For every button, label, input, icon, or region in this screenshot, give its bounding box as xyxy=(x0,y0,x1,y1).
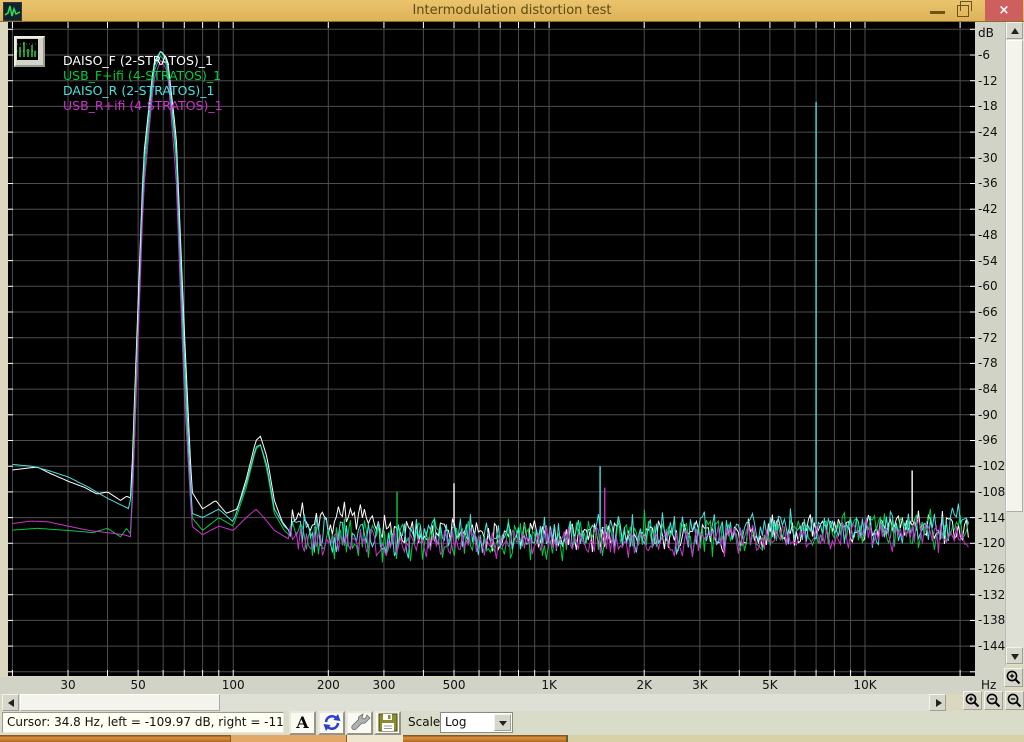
legend-entry: DAISO_R (2-STRATOS)_1 xyxy=(63,83,215,98)
y-axis-labels: -6 -12 -18 -24 -30 -36 -42 -48 -54 -60 -66 -72 -78 -8… xyxy=(975,22,1005,693)
magnifier-plus-icon xyxy=(965,693,980,708)
wrench-icon xyxy=(350,713,371,731)
chevron-down-icon xyxy=(499,721,507,726)
y-zoom-in-button[interactable] xyxy=(1004,668,1023,687)
magnifier-minus-icon xyxy=(1007,693,1022,708)
y-tick-label: -96 xyxy=(978,433,998,448)
font-button[interactable]: A xyxy=(289,711,316,735)
background-segment xyxy=(347,735,403,742)
left-arrow-icon xyxy=(8,699,14,707)
background-segment xyxy=(230,735,347,742)
magnifier-plus-icon xyxy=(1006,670,1021,685)
y-tick-label: -108 xyxy=(978,484,1006,499)
refresh-icon xyxy=(323,714,340,731)
y-tick-label: -114 xyxy=(978,510,1006,525)
scroll-left-button[interactable] xyxy=(2,694,19,711)
legend: DAISO_F (2-STRATOS)_1 USB_F+ifi (4-STRATO… xyxy=(63,53,223,113)
horizontal-scroll-thumb[interactable] xyxy=(20,694,220,711)
y-tick-label: -84 xyxy=(978,382,998,397)
horizontal-scrollbar[interactable] xyxy=(2,694,946,711)
x-axis-labels: 30 50 100 200 300 500 1K 2K 3K 5K 10K xyxy=(0,677,1005,694)
y-tick-label: -48 xyxy=(978,227,998,242)
series-trace xyxy=(12,50,969,559)
spectrum-icon xyxy=(17,39,38,60)
y-tick-label: -132 xyxy=(978,587,1006,602)
restore-button[interactable] xyxy=(957,1,972,17)
legend-entry: USB_R+ifi (4-STRATOS)_1 xyxy=(63,98,223,113)
minimize-button[interactable] xyxy=(930,11,945,14)
x-tick-label: 1K xyxy=(541,678,557,692)
y-tick-label: -12 xyxy=(978,73,998,88)
y-tick-label: -126 xyxy=(978,561,1006,576)
y-tick-label: -66 xyxy=(978,304,998,319)
background-segment xyxy=(566,735,1024,742)
y-tick-label: -30 xyxy=(978,150,998,165)
x-tick-label: 5K xyxy=(762,678,778,692)
scale-dropdown[interactable]: Log xyxy=(440,712,513,733)
series-trace xyxy=(12,59,969,560)
bottom-toolbar: Cursor: 34.8 Hz, left = -109.97 dB, righ… xyxy=(0,711,1024,735)
settings-button[interactable] xyxy=(346,711,373,735)
floppy-icon xyxy=(378,713,397,732)
spectrum-canvas[interactable] xyxy=(8,22,975,676)
y-tick-label: -144 xyxy=(978,639,1006,654)
y-tick-label: -138 xyxy=(978,613,1006,628)
spectrum-view-button[interactable] xyxy=(14,36,45,67)
legend-entry: USB_F+ifi (4-STRATOS)_1 xyxy=(63,68,222,83)
spectrum-plot[interactable]: DAISO_F (2-STRATOS)_1 USB_F+ifi (4-STRATO… xyxy=(8,22,975,676)
x-tick-label: 50 xyxy=(130,678,146,692)
y-tick-label: -102 xyxy=(978,459,1006,474)
scroll-right-button[interactable] xyxy=(929,694,946,711)
cursor-status-box: Cursor: 34.8 Hz, left = -109.97 dB, righ… xyxy=(2,712,284,733)
y-tick-label: -42 xyxy=(978,202,998,217)
window-title: Intermodulation distortion test xyxy=(412,3,612,18)
title-bar[interactable]: Intermodulation distortion test × xyxy=(0,0,1024,22)
x-tick-label: 10K xyxy=(853,678,877,692)
dropdown-arrow-button[interactable] xyxy=(494,714,511,731)
up-arrow-icon xyxy=(1011,28,1019,34)
refresh-button[interactable] xyxy=(318,711,345,735)
y-tick-label: -24 xyxy=(978,125,998,140)
x-tick-label: 30 xyxy=(60,678,76,692)
background-window-edge xyxy=(0,735,1024,742)
x-tick-label: 3K xyxy=(692,678,708,692)
y-tick-label: -120 xyxy=(978,536,1006,551)
right-arrow-icon xyxy=(936,699,942,707)
x-tick-label: 300 xyxy=(372,678,396,692)
y-zoom-out-button[interactable] xyxy=(1005,691,1024,710)
close-button[interactable]: × xyxy=(985,0,1023,21)
x-tick-label: 2K xyxy=(636,678,652,692)
y-tick-label: -90 xyxy=(978,407,998,422)
y-tick-label: -78 xyxy=(978,356,998,371)
scale-selected-value: Log xyxy=(445,715,467,729)
vertical-scroll-thumb[interactable] xyxy=(1006,40,1023,512)
app-window: Intermodulation distortion test × DAISO_… xyxy=(0,0,1024,742)
legend-entry: DAISO_F (2-STRATOS)_1 xyxy=(63,53,213,68)
series-trace xyxy=(12,50,969,555)
y-tick-label: -60 xyxy=(978,279,998,294)
x-axis-unit: Hz xyxy=(981,678,997,692)
scroll-up-button[interactable] xyxy=(1006,22,1023,39)
y-tick-label: -72 xyxy=(978,330,998,345)
y-axis-unit: dB xyxy=(978,26,994,40)
y-tick-label: -18 xyxy=(978,99,998,114)
x-tick-label: 500 xyxy=(442,678,466,692)
x-zoom-in-button[interactable] xyxy=(963,691,982,710)
x-zoom-out-button[interactable] xyxy=(984,691,1003,710)
x-tick-label: 200 xyxy=(316,678,340,692)
vertical-scrollbar[interactable] xyxy=(1005,22,1024,665)
y-tick-label: -6 xyxy=(978,47,990,62)
save-button[interactable] xyxy=(374,711,401,735)
y-tick-label: -36 xyxy=(978,176,998,191)
x-tick-label: 100 xyxy=(221,678,245,692)
scroll-down-button[interactable] xyxy=(1006,647,1023,664)
magnifier-minus-icon xyxy=(986,693,1001,708)
down-arrow-icon xyxy=(1011,654,1019,660)
scale-label: Scale xyxy=(408,715,441,729)
y-tick-label: -54 xyxy=(978,253,998,268)
